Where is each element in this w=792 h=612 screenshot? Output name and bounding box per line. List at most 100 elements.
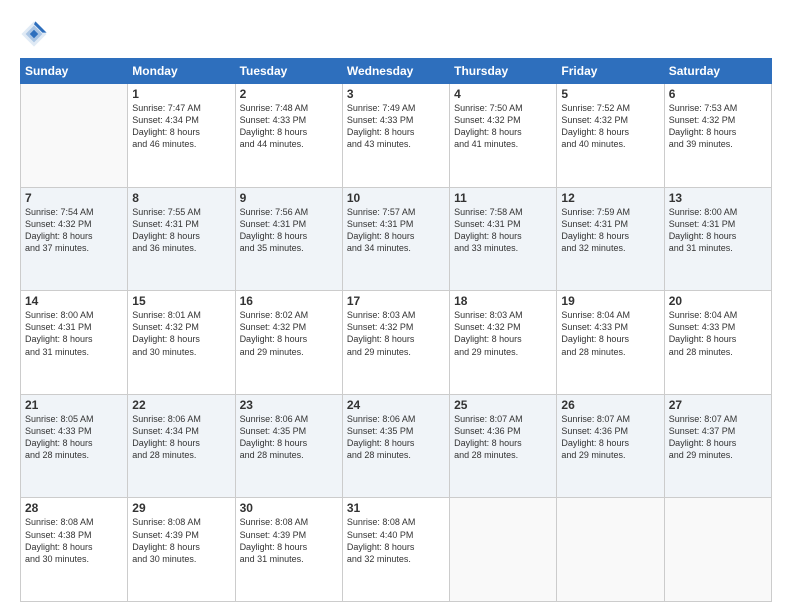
calendar-cell: 1Sunrise: 7:47 AMSunset: 4:34 PMDaylight…	[128, 84, 235, 188]
day-info: Sunrise: 8:08 AMSunset: 4:39 PMDaylight:…	[132, 516, 230, 565]
logo	[20, 20, 50, 48]
calendar-cell: 9Sunrise: 7:56 AMSunset: 4:31 PMDaylight…	[235, 187, 342, 291]
day-info: Sunrise: 7:47 AMSunset: 4:34 PMDaylight:…	[132, 102, 230, 151]
day-info: Sunrise: 7:50 AMSunset: 4:32 PMDaylight:…	[454, 102, 552, 151]
day-number: 30	[240, 501, 338, 515]
day-number: 14	[25, 294, 123, 308]
calendar-cell: 24Sunrise: 8:06 AMSunset: 4:35 PMDayligh…	[342, 394, 449, 498]
day-info: Sunrise: 8:07 AMSunset: 4:36 PMDaylight:…	[454, 413, 552, 462]
day-number: 9	[240, 191, 338, 205]
calendar-cell: 2Sunrise: 7:48 AMSunset: 4:33 PMDaylight…	[235, 84, 342, 188]
day-header-sunday: Sunday	[21, 59, 128, 84]
day-info: Sunrise: 8:06 AMSunset: 4:34 PMDaylight:…	[132, 413, 230, 462]
day-number: 19	[561, 294, 659, 308]
calendar-cell: 18Sunrise: 8:03 AMSunset: 4:32 PMDayligh…	[450, 291, 557, 395]
day-info: Sunrise: 8:04 AMSunset: 4:33 PMDaylight:…	[669, 309, 767, 358]
day-number: 5	[561, 87, 659, 101]
day-number: 23	[240, 398, 338, 412]
day-number: 22	[132, 398, 230, 412]
calendar-cell: 17Sunrise: 8:03 AMSunset: 4:32 PMDayligh…	[342, 291, 449, 395]
day-number: 10	[347, 191, 445, 205]
day-number: 25	[454, 398, 552, 412]
calendar-cell: 11Sunrise: 7:58 AMSunset: 4:31 PMDayligh…	[450, 187, 557, 291]
header	[20, 20, 772, 48]
day-number: 7	[25, 191, 123, 205]
day-info: Sunrise: 8:01 AMSunset: 4:32 PMDaylight:…	[132, 309, 230, 358]
calendar-cell: 26Sunrise: 8:07 AMSunset: 4:36 PMDayligh…	[557, 394, 664, 498]
calendar-cell: 4Sunrise: 7:50 AMSunset: 4:32 PMDaylight…	[450, 84, 557, 188]
calendar-week-row: 28Sunrise: 8:08 AMSunset: 4:38 PMDayligh…	[21, 498, 772, 602]
calendar-week-row: 1Sunrise: 7:47 AMSunset: 4:34 PMDaylight…	[21, 84, 772, 188]
day-info: Sunrise: 8:08 AMSunset: 4:38 PMDaylight:…	[25, 516, 123, 565]
day-info: Sunrise: 8:06 AMSunset: 4:35 PMDaylight:…	[240, 413, 338, 462]
day-header-thursday: Thursday	[450, 59, 557, 84]
calendar-cell	[450, 498, 557, 602]
day-number: 17	[347, 294, 445, 308]
day-number: 13	[669, 191, 767, 205]
day-info: Sunrise: 7:48 AMSunset: 4:33 PMDaylight:…	[240, 102, 338, 151]
day-header-friday: Friday	[557, 59, 664, 84]
day-info: Sunrise: 7:57 AMSunset: 4:31 PMDaylight:…	[347, 206, 445, 255]
day-number: 16	[240, 294, 338, 308]
day-number: 24	[347, 398, 445, 412]
day-header-saturday: Saturday	[664, 59, 771, 84]
day-info: Sunrise: 7:59 AMSunset: 4:31 PMDaylight:…	[561, 206, 659, 255]
day-info: Sunrise: 8:08 AMSunset: 4:39 PMDaylight:…	[240, 516, 338, 565]
day-info: Sunrise: 7:55 AMSunset: 4:31 PMDaylight:…	[132, 206, 230, 255]
logo-icon	[20, 20, 48, 48]
day-number: 26	[561, 398, 659, 412]
day-number: 27	[669, 398, 767, 412]
calendar-week-row: 7Sunrise: 7:54 AMSunset: 4:32 PMDaylight…	[21, 187, 772, 291]
day-number: 11	[454, 191, 552, 205]
day-info: Sunrise: 8:06 AMSunset: 4:35 PMDaylight:…	[347, 413, 445, 462]
day-info: Sunrise: 8:08 AMSunset: 4:40 PMDaylight:…	[347, 516, 445, 565]
calendar-cell: 15Sunrise: 8:01 AMSunset: 4:32 PMDayligh…	[128, 291, 235, 395]
day-info: Sunrise: 7:52 AMSunset: 4:32 PMDaylight:…	[561, 102, 659, 151]
calendar-cell: 30Sunrise: 8:08 AMSunset: 4:39 PMDayligh…	[235, 498, 342, 602]
day-info: Sunrise: 7:56 AMSunset: 4:31 PMDaylight:…	[240, 206, 338, 255]
calendar-cell: 10Sunrise: 7:57 AMSunset: 4:31 PMDayligh…	[342, 187, 449, 291]
calendar-cell: 22Sunrise: 8:06 AMSunset: 4:34 PMDayligh…	[128, 394, 235, 498]
day-number: 21	[25, 398, 123, 412]
day-info: Sunrise: 8:04 AMSunset: 4:33 PMDaylight:…	[561, 309, 659, 358]
calendar-cell: 3Sunrise: 7:49 AMSunset: 4:33 PMDaylight…	[342, 84, 449, 188]
calendar-cell: 19Sunrise: 8:04 AMSunset: 4:33 PMDayligh…	[557, 291, 664, 395]
calendar-cell: 13Sunrise: 8:00 AMSunset: 4:31 PMDayligh…	[664, 187, 771, 291]
calendar-cell: 12Sunrise: 7:59 AMSunset: 4:31 PMDayligh…	[557, 187, 664, 291]
day-info: Sunrise: 8:05 AMSunset: 4:33 PMDaylight:…	[25, 413, 123, 462]
calendar-cell: 14Sunrise: 8:00 AMSunset: 4:31 PMDayligh…	[21, 291, 128, 395]
calendar-cell	[664, 498, 771, 602]
day-header-tuesday: Tuesday	[235, 59, 342, 84]
day-info: Sunrise: 7:49 AMSunset: 4:33 PMDaylight:…	[347, 102, 445, 151]
day-number: 29	[132, 501, 230, 515]
day-number: 15	[132, 294, 230, 308]
calendar-week-row: 14Sunrise: 8:00 AMSunset: 4:31 PMDayligh…	[21, 291, 772, 395]
calendar-header-row: SundayMondayTuesdayWednesdayThursdayFrid…	[21, 59, 772, 84]
day-info: Sunrise: 8:03 AMSunset: 4:32 PMDaylight:…	[454, 309, 552, 358]
calendar-cell	[557, 498, 664, 602]
day-number: 31	[347, 501, 445, 515]
calendar-table: SundayMondayTuesdayWednesdayThursdayFrid…	[20, 58, 772, 602]
calendar-cell: 7Sunrise: 7:54 AMSunset: 4:32 PMDaylight…	[21, 187, 128, 291]
day-number: 4	[454, 87, 552, 101]
day-number: 3	[347, 87, 445, 101]
day-info: Sunrise: 8:03 AMSunset: 4:32 PMDaylight:…	[347, 309, 445, 358]
day-info: Sunrise: 7:58 AMSunset: 4:31 PMDaylight:…	[454, 206, 552, 255]
day-info: Sunrise: 7:53 AMSunset: 4:32 PMDaylight:…	[669, 102, 767, 151]
day-header-wednesday: Wednesday	[342, 59, 449, 84]
calendar-cell: 31Sunrise: 8:08 AMSunset: 4:40 PMDayligh…	[342, 498, 449, 602]
calendar-cell: 28Sunrise: 8:08 AMSunset: 4:38 PMDayligh…	[21, 498, 128, 602]
calendar-cell: 21Sunrise: 8:05 AMSunset: 4:33 PMDayligh…	[21, 394, 128, 498]
day-info: Sunrise: 7:54 AMSunset: 4:32 PMDaylight:…	[25, 206, 123, 255]
day-number: 20	[669, 294, 767, 308]
calendar-cell: 6Sunrise: 7:53 AMSunset: 4:32 PMDaylight…	[664, 84, 771, 188]
day-number: 18	[454, 294, 552, 308]
day-number: 28	[25, 501, 123, 515]
calendar-cell: 20Sunrise: 8:04 AMSunset: 4:33 PMDayligh…	[664, 291, 771, 395]
calendar-cell: 5Sunrise: 7:52 AMSunset: 4:32 PMDaylight…	[557, 84, 664, 188]
calendar-week-row: 21Sunrise: 8:05 AMSunset: 4:33 PMDayligh…	[21, 394, 772, 498]
calendar-cell: 8Sunrise: 7:55 AMSunset: 4:31 PMDaylight…	[128, 187, 235, 291]
day-number: 8	[132, 191, 230, 205]
calendar-cell: 16Sunrise: 8:02 AMSunset: 4:32 PMDayligh…	[235, 291, 342, 395]
day-info: Sunrise: 8:07 AMSunset: 4:36 PMDaylight:…	[561, 413, 659, 462]
